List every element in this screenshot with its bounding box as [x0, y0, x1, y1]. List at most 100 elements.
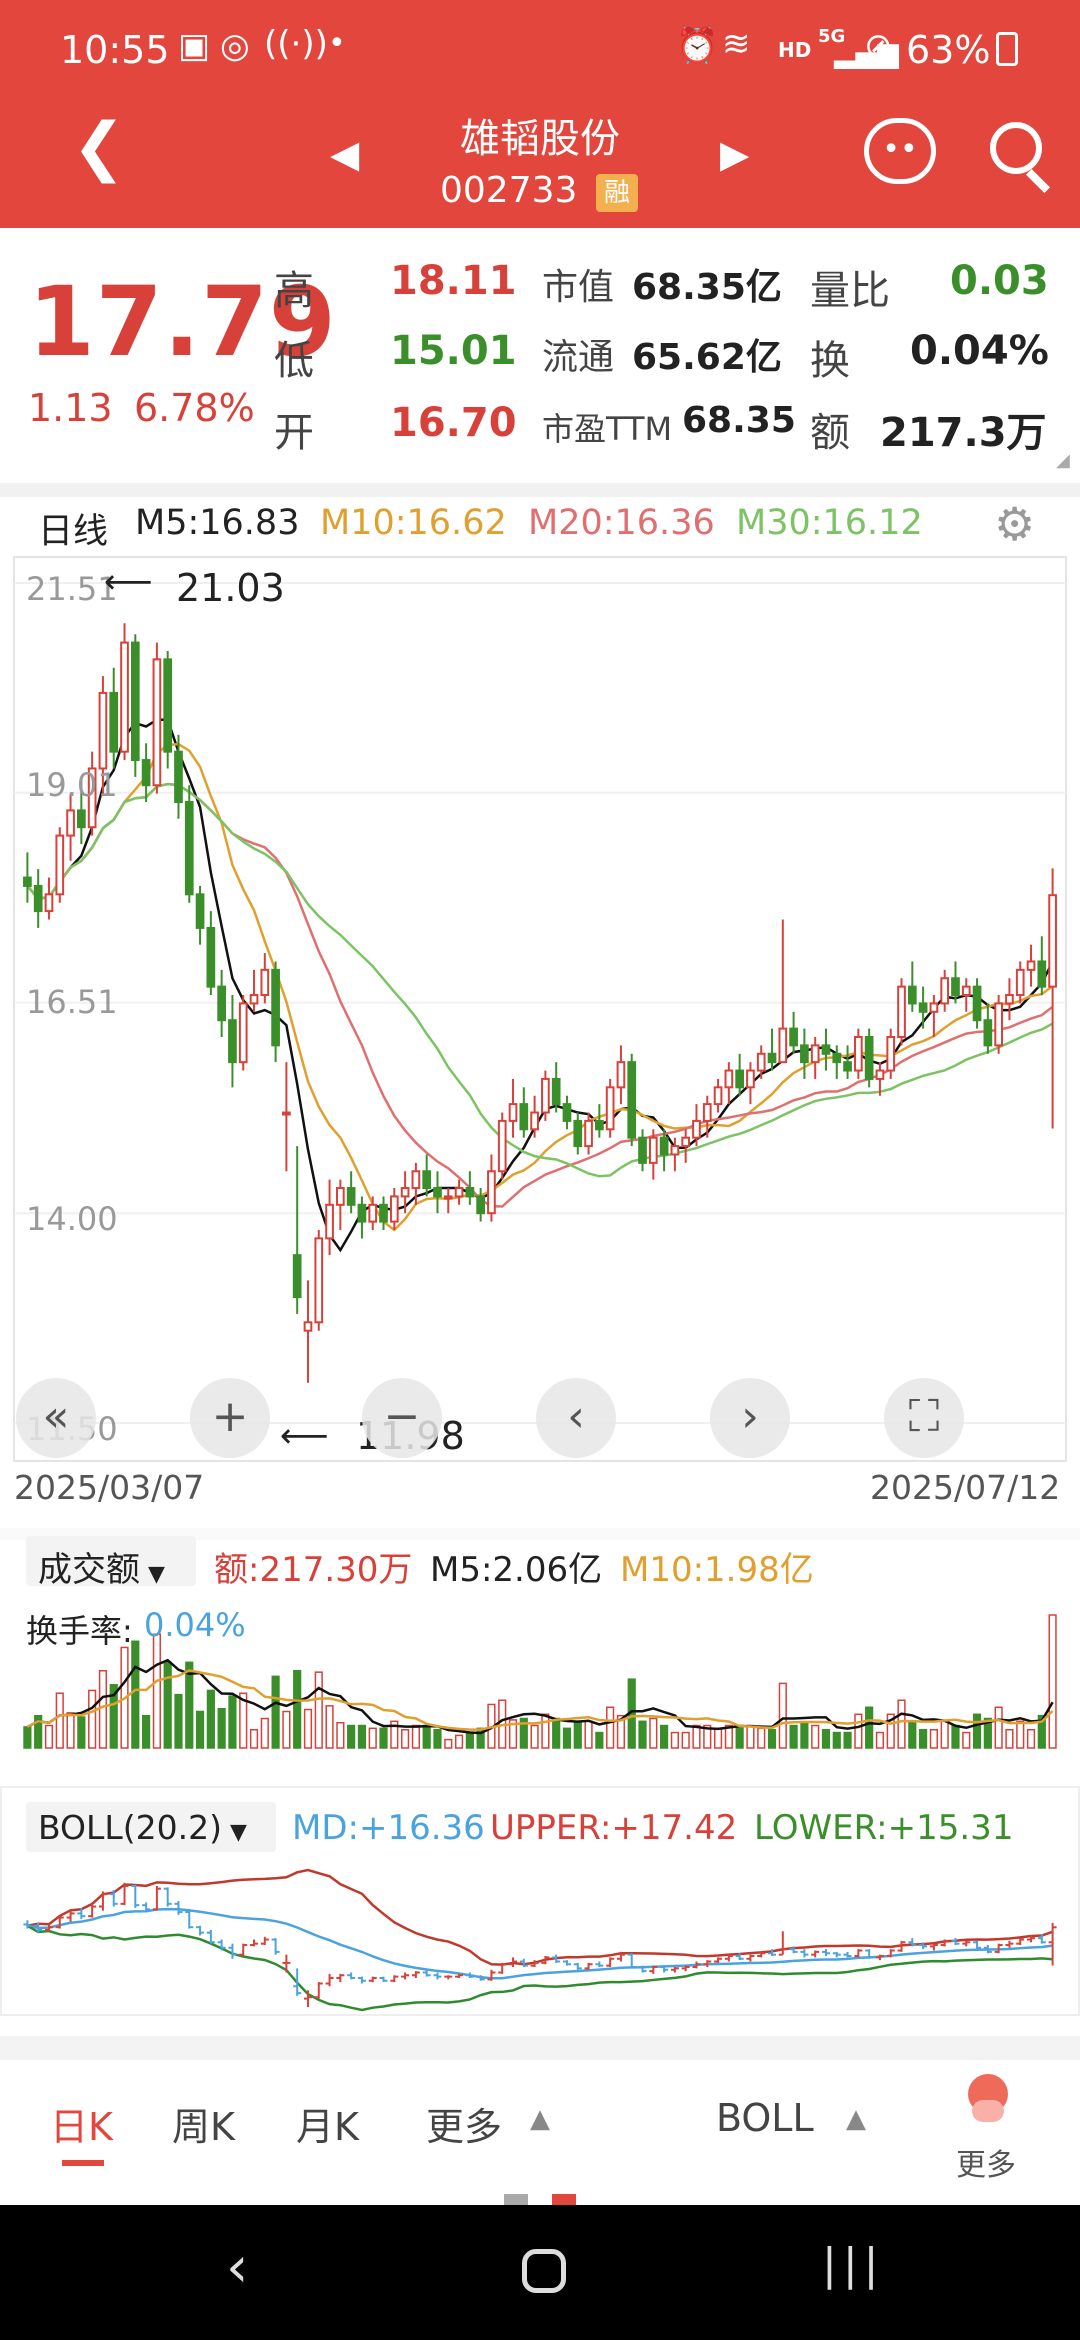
hotspot-icon: ((·)) [264, 24, 328, 64]
expand-corner-icon[interactable]: ◢ [1056, 450, 1070, 471]
candle-body-80 [886, 1035, 896, 1072]
volume-bar-60 [670, 1731, 679, 1749]
settings-gear-icon[interactable]: ⚙ [994, 497, 1035, 551]
candle-body-20 [238, 1002, 248, 1064]
end-date: 2025/07/12 [870, 1468, 1061, 1507]
candle-body-22 [260, 968, 270, 997]
candle-body-24 [282, 1111, 291, 1116]
tab-month-k[interactable]: 月K [296, 2096, 359, 2151]
candle-body-21 [249, 994, 259, 1005]
wifi-icon: ≋ [722, 24, 751, 64]
search-icon[interactable] [990, 122, 1042, 174]
caret-up-icon: ▲ [530, 2104, 550, 2134]
volume-bar-51 [573, 1720, 582, 1749]
tab-day-k[interactable]: 日K [50, 2096, 113, 2151]
volume-bar-85 [940, 1720, 949, 1749]
battery-percent: 63% [906, 28, 991, 72]
fullscreen-button[interactable]: ⛶ [884, 1378, 964, 1458]
candle-body-67 [746, 1069, 755, 1089]
app-icon: ◎ [220, 26, 250, 66]
system-home-icon[interactable] [522, 2249, 566, 2293]
candle-body-12 [152, 658, 162, 787]
back-icon[interactable]: ❮ [72, 112, 126, 182]
volume-bar-73 [811, 1724, 820, 1749]
volume-bar-19 [228, 1695, 237, 1749]
pan-left-button[interactable]: ‹ [536, 1378, 616, 1458]
system-back-icon[interactable]: ‹ [226, 2235, 248, 2300]
zoom-out-button[interactable]: − [362, 1378, 442, 1458]
volume-bar-53 [595, 1731, 604, 1749]
candle-body-75 [832, 1052, 842, 1064]
kline-legend: 日线 M5:16.83 M10:16.62 M20:16.36 M30:16.1… [0, 497, 1080, 553]
candle-body-36 [411, 1170, 421, 1190]
status-bar: 10:55 ▣ ◎ ((·)) • ⏰ ≋ HD 5G ▂▄▆ ⊘ 63% [0, 0, 1080, 100]
stock-code: 002733 [440, 170, 578, 211]
system-recents-icon[interactable]: ||| [822, 2239, 884, 2290]
robot-assistant-icon[interactable]: •• [864, 118, 936, 184]
system-nav-bar: ‹ ||| [0, 2205, 1080, 2340]
candle-body-19 [228, 1019, 237, 1064]
volume-ratio-value: 0.03 [950, 258, 1049, 304]
active-tab-indicator [62, 2160, 104, 2166]
volume-bar-21 [249, 1728, 259, 1749]
prev-stock-icon[interactable]: ◀ [330, 132, 359, 176]
gallery-icon: ▣ [178, 26, 211, 66]
volume-bar-11 [142, 1714, 151, 1749]
fast-rewind-button[interactable]: « [16, 1378, 96, 1458]
candle-body-72 [800, 1044, 809, 1064]
candle-body-51 [573, 1119, 583, 1148]
low-value: 15.01 [390, 328, 517, 374]
tab-indicator-boll[interactable]: BOLL [716, 2096, 814, 2140]
candle-body-76 [843, 1061, 852, 1072]
tab-more-periods[interactable]: 更多 [426, 2096, 502, 2151]
search-icon-handle [1025, 168, 1051, 194]
volume-bar-16 [195, 1710, 205, 1749]
candle-body-91 [1005, 994, 1014, 1005]
candle-body-31 [357, 1203, 367, 1223]
zoom-in-button[interactable]: + [190, 1378, 270, 1458]
volume-m5: M5:2.06亿 [430, 1550, 603, 1590]
candle-body-42 [476, 1195, 485, 1215]
volume-bar-32 [368, 1727, 377, 1749]
volume-bar-81 [897, 1699, 906, 1749]
volume-bar-39 [444, 1738, 453, 1749]
candle-body-3 [55, 834, 65, 896]
volume-bar-49 [552, 1717, 561, 1749]
dnd-icon: ⊘ [864, 26, 893, 66]
candle-body-81 [897, 985, 906, 1038]
candle-body-35 [400, 1187, 410, 1198]
boll-indicator-select[interactable]: BOLL(20.2) ▼ [26, 1802, 276, 1852]
candle-body-27 [314, 1237, 324, 1324]
candle-body-16 [195, 893, 205, 929]
alarm-icon: ⏰ [676, 26, 719, 66]
candle-body-49 [551, 1077, 561, 1106]
volume-bar-64 [713, 1727, 723, 1749]
candle-body-58 [648, 1136, 658, 1164]
candle-body-2 [44, 893, 54, 913]
candle-body-34 [389, 1195, 399, 1223]
volume-bar-38 [433, 1728, 442, 1749]
margin-badge: 融 [596, 174, 638, 212]
candle-body-1 [33, 884, 43, 913]
volume-indicator-select[interactable]: 成交额 ▼ [26, 1536, 196, 1590]
volume-bar-61 [681, 1731, 690, 1749]
boll-lower: LOWER:+15.31 [754, 1808, 1014, 1848]
volume-bar-33 [379, 1727, 388, 1749]
volume-bar-54 [606, 1706, 615, 1749]
candle-body-65 [724, 1069, 734, 1089]
next-stock-icon[interactable]: ▶ [720, 132, 749, 176]
boll-chart [23, 1868, 1057, 2012]
volume-bar-66 [735, 1724, 744, 1749]
pe-label: 市盈TTM [542, 410, 673, 448]
candle-body-92 [1015, 968, 1025, 997]
more-features-label[interactable]: 更多 [956, 2140, 1016, 2184]
volume-bar-68 [757, 1727, 766, 1749]
volume-bar-13 [163, 1661, 172, 1749]
candle-body-59 [659, 1136, 669, 1156]
pan-right-button[interactable]: › [710, 1378, 790, 1458]
period-label[interactable]: 日线 [38, 503, 108, 554]
volume-bar-7 [98, 1670, 108, 1749]
tab-week-k[interactable]: 周K [172, 2096, 235, 2151]
y-tick-4: 14.00 [26, 1200, 118, 1238]
kline-chart[interactable] [0, 553, 1080, 1463]
